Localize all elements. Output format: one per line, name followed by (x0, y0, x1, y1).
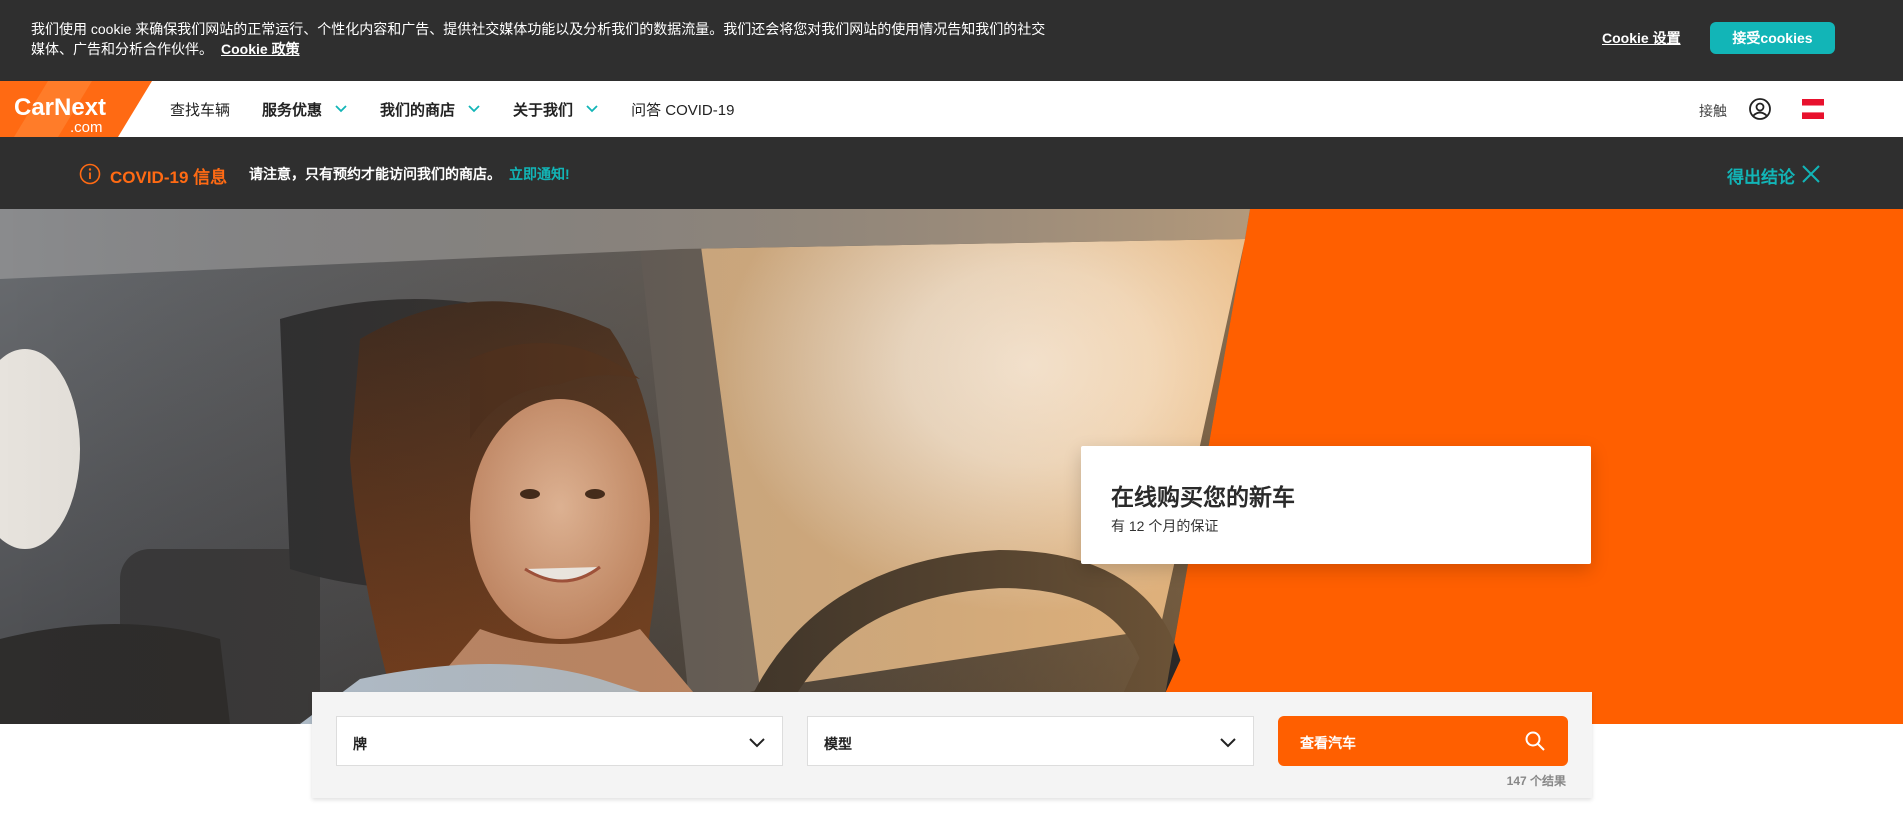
svg-text:CarNext: CarNext (14, 94, 106, 121)
covid-message: 请注意，只有预约才能访问我们的商店。 立即通知! (249, 164, 570, 184)
austria-flag-icon[interactable] (1802, 99, 1824, 119)
nav-about-us[interactable]: 关于我们 (513, 99, 599, 120)
chevron-down-icon (468, 105, 480, 113)
model-select-label: 模型 (824, 736, 852, 752)
nav-label: 问答 COVID-19 (631, 101, 735, 119)
chevron-down-icon (586, 105, 598, 113)
nav-label: 服务优惠 (262, 101, 323, 119)
cookie-policy-link[interactable]: Cookie 政策 (221, 41, 300, 57)
view-cars-button[interactable]: 查看汽车 (1278, 716, 1568, 766)
model-select[interactable]: 模型 (807, 716, 1254, 766)
view-cars-label: 查看汽车 (1300, 735, 1356, 751)
car-search-panel: 牌 模型 查看汽车 147 个结果 (312, 692, 1592, 798)
results-count: 147 个结果 (1506, 774, 1566, 788)
chevron-down-icon (749, 738, 765, 748)
hero-card: 在线购买您的新车 有 12 个月的保证 (1081, 446, 1591, 564)
brand-select[interactable]: 牌 (336, 716, 783, 766)
nav-label: 查找车辆 (170, 101, 231, 119)
hero-subtitle: 有 12 个月的保证 (1111, 518, 1219, 534)
nav-find-vehicle[interactable]: 查找车辆 (170, 99, 230, 120)
accept-cookies-button[interactable]: 接受cookies (1710, 22, 1835, 54)
svg-text:.com: .com (70, 119, 103, 136)
nav-our-stores[interactable]: 我们的商店 (380, 99, 481, 120)
cookie-text: 我们使用 cookie 来确保我们网站的正常运行、个性化内容和广告、提供社交媒体… (31, 19, 1051, 59)
covid-title: COVID-19 信息 (110, 168, 228, 187)
chevron-down-icon (1220, 738, 1236, 748)
cookie-settings-link[interactable]: Cookie 设置 (1602, 28, 1681, 48)
contact-link[interactable]: 接触 (1699, 101, 1727, 121)
nav-service-offers[interactable]: 服务优惠 (262, 99, 348, 120)
covid-notify-link[interactable]: 立即通知! (509, 166, 570, 182)
carnext-logo[interactable]: CarNext .com (0, 81, 152, 137)
nav-label: 关于我们 (513, 101, 574, 119)
hero-section: 在线购买您的新车 有 12 个月的保证 (0, 209, 1903, 724)
close-icon[interactable] (1800, 163, 1822, 185)
cookie-message: 我们使用 cookie 来确保我们网站的正常运行、个性化内容和广告、提供社交媒体… (31, 21, 1046, 57)
main-nav: 查找车辆 服务优惠 我们的商店 关于我们 问答 COVID-19 (170, 81, 766, 137)
covid-banner: COVID-19 信息 请注意，只有预约才能访问我们的商店。 立即通知! 得出结论 (0, 137, 1903, 209)
search-icon (1525, 731, 1545, 751)
covid-message-text: 请注意，只有预约才能访问我们的商店。 (249, 166, 501, 182)
nav-label: 我们的商店 (380, 101, 456, 119)
user-account-icon[interactable] (1748, 97, 1772, 121)
cookie-banner: 我们使用 cookie 来确保我们网站的正常运行、个性化内容和广告、提供社交媒体… (0, 0, 1903, 81)
covid-close-button[interactable]: 得出结论 (1727, 163, 1795, 188)
chevron-down-icon (335, 105, 347, 113)
brand-select-label: 牌 (353, 736, 367, 752)
site-header: CarNext .com 查找车辆 服务优惠 我们的商店 关于我们 问答 COV… (0, 81, 1903, 137)
hero-photo-woman-driving (0, 209, 1250, 724)
hero-title: 在线购买您的新车 (1111, 484, 1295, 510)
nav-covid-faq[interactable]: 问答 COVID-19 (631, 99, 734, 120)
info-icon (79, 163, 101, 185)
